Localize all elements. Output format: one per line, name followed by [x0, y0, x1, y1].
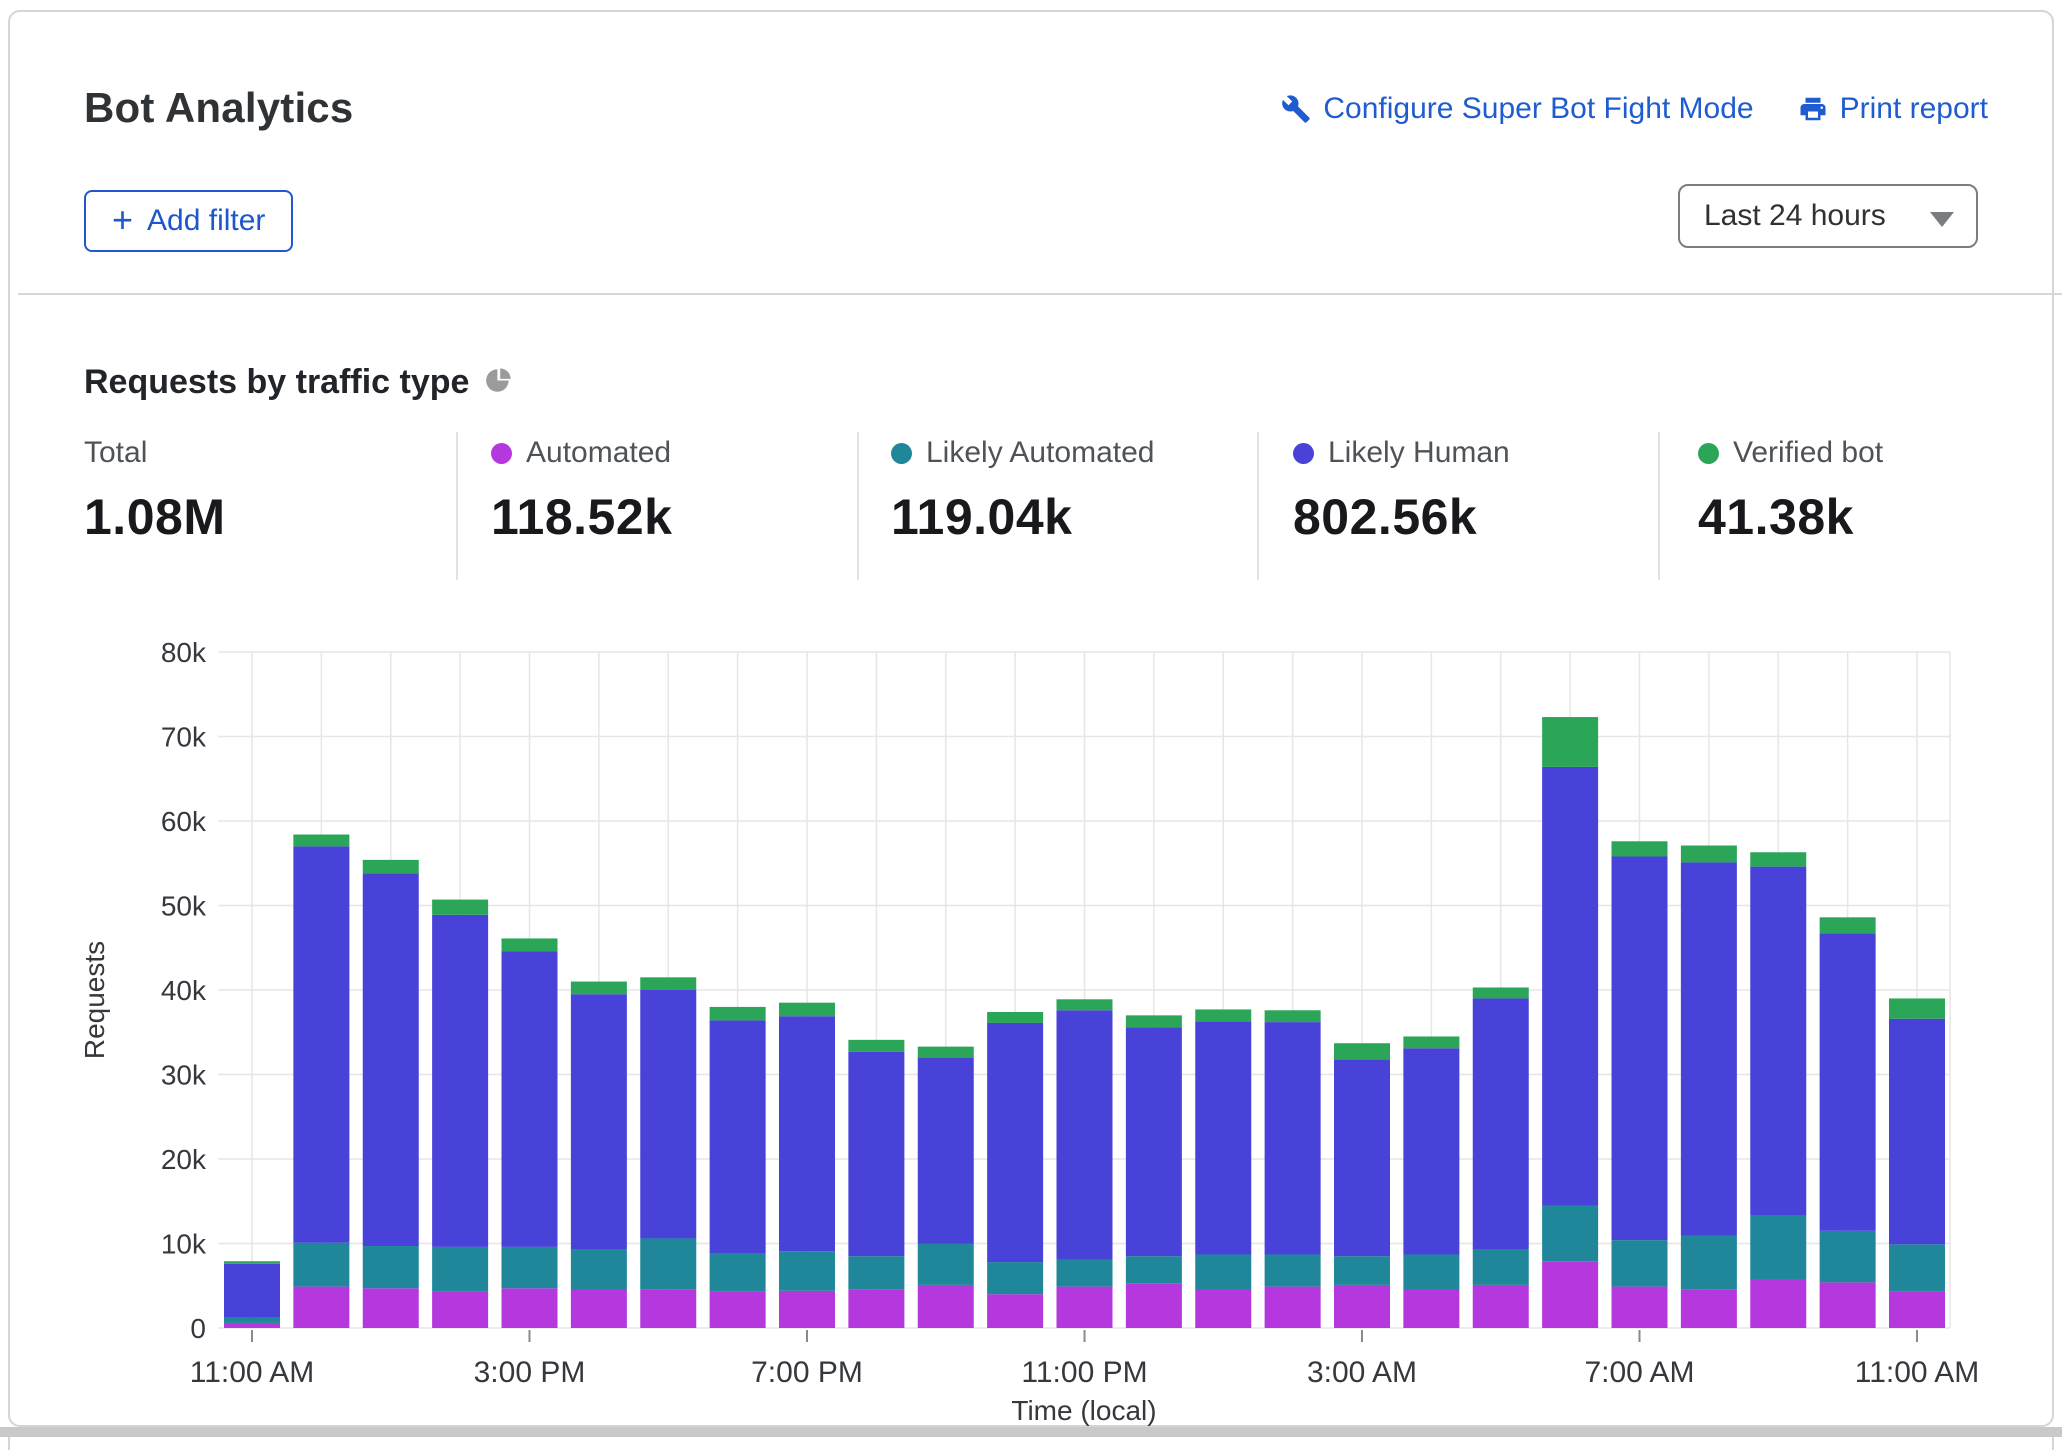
stat-automated: Automated 118.52k: [491, 436, 672, 546]
next-card-edge: [8, 1437, 2054, 1450]
bot-analytics-card: Bot Analytics Configure Super Bot Fight …: [8, 10, 2062, 1427]
stat-label: Likely Automated: [926, 436, 1155, 469]
stat-value: 802.56k: [1293, 489, 1478, 545]
stat-divider: [857, 432, 859, 580]
configure-link-label: Configure Super Bot Fight Mode: [1323, 92, 1754, 125]
stat-total: Total 1.08M: [84, 436, 225, 546]
likely-automated-legend-dot: [891, 442, 912, 464]
page-title: Bot Analytics: [84, 84, 354, 131]
stat-value: 1.08M: [84, 489, 226, 545]
stat-likely-human: Likely Human 802.56k: [1293, 436, 1510, 546]
verified-bot-legend-dot: [1698, 442, 1719, 464]
pie-chart-icon: [485, 364, 512, 403]
stat-label: Total: [84, 436, 148, 469]
wrench-icon: [1281, 94, 1311, 124]
add-filter-label: Add filter: [147, 204, 266, 237]
add-filter-button[interactable]: + Add filter: [84, 190, 294, 252]
header-divider: [18, 293, 2062, 295]
stat-label: Automated: [526, 436, 672, 469]
stat-value: 119.04k: [891, 489, 1073, 545]
time-range-select[interactable]: Last 24 hours: [1678, 184, 1978, 248]
printer-icon: [1798, 94, 1828, 124]
header-actions: Configure Super Bot Fight Mode Print rep…: [1281, 92, 1988, 126]
configure-super-bot-fight-mode-link[interactable]: Configure Super Bot Fight Mode: [1281, 92, 1754, 126]
section-heading-label: Requests by traffic type: [84, 363, 470, 401]
plus-icon: +: [112, 198, 134, 240]
stat-value: 41.38k: [1698, 489, 1854, 545]
print-link-label: Print report: [1839, 92, 1988, 125]
stat-label: Likely Human: [1328, 436, 1510, 469]
card-gap-band: [0, 1427, 2062, 1437]
likely-human-legend-dot: [1293, 442, 1314, 464]
stat-label: Verified bot: [1733, 436, 1884, 469]
section-heading: Requests by traffic type: [84, 362, 512, 403]
stat-divider: [456, 432, 458, 580]
time-range-value: Last 24 hours: [1704, 199, 1886, 232]
page: Bot Analytics Configure Super Bot Fight …: [0, 0, 2062, 1450]
stat-divider: [1658, 432, 1660, 580]
print-report-link[interactable]: Print report: [1798, 92, 1988, 126]
stat-likely-automated: Likely Automated 119.04k: [891, 436, 1154, 546]
stat-divider: [1257, 432, 1259, 580]
stat-value: 118.52k: [491, 489, 673, 545]
chevron-down-icon: [1930, 212, 1954, 227]
automated-legend-dot: [491, 442, 512, 464]
stat-verified-bot: Verified bot 41.38k: [1698, 436, 1883, 546]
